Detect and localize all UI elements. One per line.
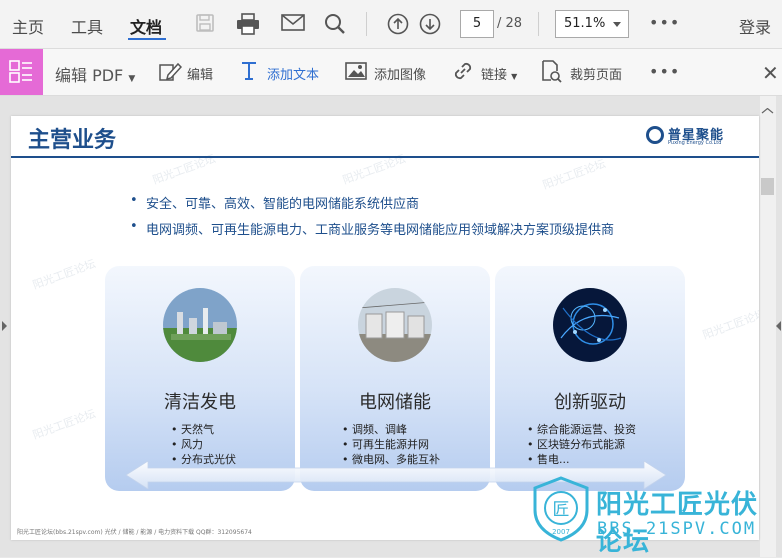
innovation-network-image [553, 288, 627, 362]
card-title: 创新驱动 [554, 392, 626, 413]
business-card-grid-storage: 电网储能 • 调频、调峰 • 可再生能源并网 • 微电网、多能互补 [300, 266, 490, 491]
crop-page-button[interactable]: 裁剪页面 [570, 64, 622, 83]
edit-toolbar: 编辑 PDF ▼ 编辑 添加文本 添加图像 链接 ▼ 裁剪页面 ••• ✕ [0, 49, 782, 96]
link-icon[interactable] [452, 60, 474, 86]
add-text-icon[interactable] [239, 60, 259, 86]
zoom-select[interactable]: 51.1% [555, 10, 629, 38]
card-title: 清洁发电 [164, 392, 236, 413]
more-options-icon[interactable]: ••• [649, 13, 680, 32]
bullet-text: 电网调频、可再生能源电力、工商业服务等电网储能应用领域解决方案顶级提供商 [146, 223, 615, 238]
left-panel-toggle-icon[interactable] [2, 321, 7, 331]
more-options-icon[interactable]: ••• [649, 62, 680, 81]
list-item: • 调频、调峰 [342, 423, 407, 436]
top-navigation-bar: 主页 工具 文档 5 / 28 51.1% ••• 登录 [0, 0, 782, 49]
card-title: 电网储能 [359, 392, 431, 413]
pdf-page: 阳光工匠论坛 阳光工匠论坛 阳光工匠论坛 阳光工匠论坛 阳光工匠论坛 阳光工匠论… [11, 116, 759, 540]
bullet-text: 安全、可靠、高效、智能的电网储能系统供应商 [146, 197, 420, 212]
add-image-button[interactable]: 添加图像 [374, 64, 426, 83]
business-card-innovation: 创新驱动 • 综合能源运营、投资 • 区块链分布式能源 • 售电... [495, 266, 685, 491]
right-panel-toggle-icon[interactable] [776, 321, 781, 331]
edit-button[interactable]: 编辑 [187, 64, 213, 83]
list-item: • 区块链分布式能源 [527, 438, 625, 451]
page-number-input[interactable]: 5 [460, 10, 494, 38]
edit-pdf-tool-icon[interactable] [0, 49, 43, 95]
storage-facility-image [358, 288, 432, 362]
page-footer: 阳光工匠论坛(bbs.21spv.com) 光伏 / 储能 / 能源 / 电力资… [17, 529, 252, 536]
company-logo-icon [646, 126, 664, 144]
link-menu[interactable]: 链接 ▼ [481, 64, 517, 83]
list-item: • 风力 [171, 438, 203, 451]
edit-pdf-label: 编辑 PDF [55, 66, 124, 85]
background-watermark: 阳光工匠论坛 [30, 257, 98, 292]
search-icon[interactable] [324, 13, 346, 39]
bullet-item: • 电网调频、可再生能源电力、工商业服务等电网储能应用领域解决方案顶级提供商 [130, 219, 615, 238]
bullet-item: • 安全、可靠、高效、智能的电网储能系统供应商 [130, 193, 420, 212]
chevron-down-icon: ▼ [511, 72, 518, 81]
crop-icon[interactable] [540, 59, 562, 87]
scrollbar-thumb[interactable] [761, 178, 774, 195]
link-label: 链接 [481, 68, 508, 83]
forum-watermark-url: BBS.21SPV.COM [597, 519, 757, 539]
forum-badge-logo: 匠 2007 [531, 476, 591, 542]
chevron-down-icon [613, 22, 621, 27]
close-icon[interactable]: ✕ [762, 61, 779, 85]
active-tab-indicator [128, 38, 166, 40]
nav-home[interactable]: 主页 [12, 14, 44, 38]
add-image-icon[interactable] [345, 62, 367, 84]
background-watermark: 阳光工匠论坛 [700, 307, 759, 342]
save-icon[interactable] [195, 13, 215, 37]
background-watermark: 阳光工匠论坛 [30, 407, 98, 442]
slide-title: 主营业务 [28, 128, 117, 153]
add-text-button[interactable]: 添加文本 [267, 64, 319, 83]
title-divider [11, 156, 759, 158]
edit-icon[interactable] [158, 61, 183, 87]
login-link[interactable]: 登录 [739, 14, 771, 38]
background-watermark: 阳光工匠论坛 [540, 157, 608, 192]
toolbar-separator [366, 12, 367, 36]
badge-glyph: 匠 [553, 500, 570, 520]
next-page-icon[interactable] [419, 13, 441, 39]
zoom-value: 51.1% [564, 16, 606, 31]
list-item: • 综合能源运营、投资 [527, 423, 636, 436]
nav-document[interactable]: 文档 [130, 14, 162, 38]
print-icon[interactable] [236, 13, 260, 39]
mail-icon[interactable] [281, 13, 305, 37]
list-item: • 天然气 [171, 423, 214, 436]
badge-year: 2007 [552, 528, 570, 536]
power-plant-image [163, 288, 237, 362]
chevron-down-icon: ▼ [128, 74, 136, 84]
toolbar-separator [538, 12, 539, 36]
scroll-up-icon[interactable] [761, 99, 774, 114]
list-item: • 可再生能源并网 [342, 438, 429, 451]
company-subtitle: Puxing Energy Co.Ltd [668, 140, 722, 146]
nav-tools[interactable]: 工具 [71, 14, 103, 38]
business-card-clean-power: 清洁发电 • 天然气 • 风力 • 分布式光伏 [105, 266, 295, 491]
previous-page-icon[interactable] [387, 13, 409, 39]
page-total: / 28 [497, 16, 523, 31]
edit-pdf-menu[interactable]: 编辑 PDF ▼ [55, 62, 135, 86]
